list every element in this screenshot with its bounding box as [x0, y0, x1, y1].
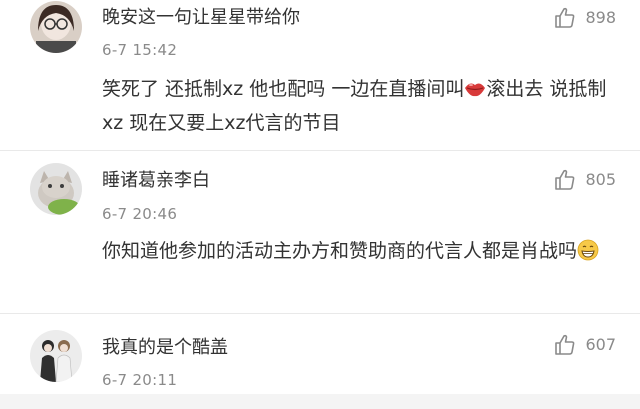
username[interactable]: 睡诸葛亲李白	[102, 170, 210, 192]
avatar[interactable]	[30, 163, 82, 215]
avatar-image	[30, 163, 82, 215]
avatar-image	[30, 1, 82, 53]
like-button[interactable]: 898	[553, 6, 616, 30]
comment-text: 你知道他参加的活动主办方和赞助商的代言人都是肖战吗	[102, 234, 612, 268]
lips-emoji	[465, 83, 486, 97]
divider	[0, 150, 640, 151]
username[interactable]: 我真的是个酷盖	[102, 337, 228, 359]
avatar[interactable]	[30, 330, 82, 382]
timestamp: 6-7 20:11	[102, 371, 178, 389]
like-button[interactable]: 805	[553, 168, 616, 192]
thumbs-up-icon	[555, 334, 575, 355]
timestamp: 6-7 20:46	[102, 205, 178, 223]
comment-text: 笑死了 还抵制xz 他也配吗 一边在直播间叫 滚出去 说抵制xz 现在又要上xz代…	[102, 72, 612, 140]
avatar[interactable]	[30, 1, 82, 53]
like-count: 805	[585, 170, 616, 189]
avatar-image	[30, 330, 82, 382]
like-count: 607	[585, 335, 616, 354]
like-button[interactable]: 607	[553, 333, 616, 357]
username[interactable]: 晚安这一句让星星带给你	[102, 7, 300, 29]
thumbs-up-icon	[555, 7, 575, 28]
comment-text-part: 笑死了 还抵制xz 他也配吗 一边在直播间叫	[102, 78, 465, 100]
bottom-edge	[0, 394, 640, 409]
comment-text-part: 你知道他参加的活动主办方和赞助商的代言人都是肖战吗	[102, 240, 578, 262]
grin-emoji	[577, 239, 599, 261]
thumbs-up-icon	[555, 169, 575, 190]
like-count: 898	[585, 8, 616, 27]
divider	[0, 313, 640, 314]
timestamp: 6-7 15:42	[102, 41, 178, 59]
